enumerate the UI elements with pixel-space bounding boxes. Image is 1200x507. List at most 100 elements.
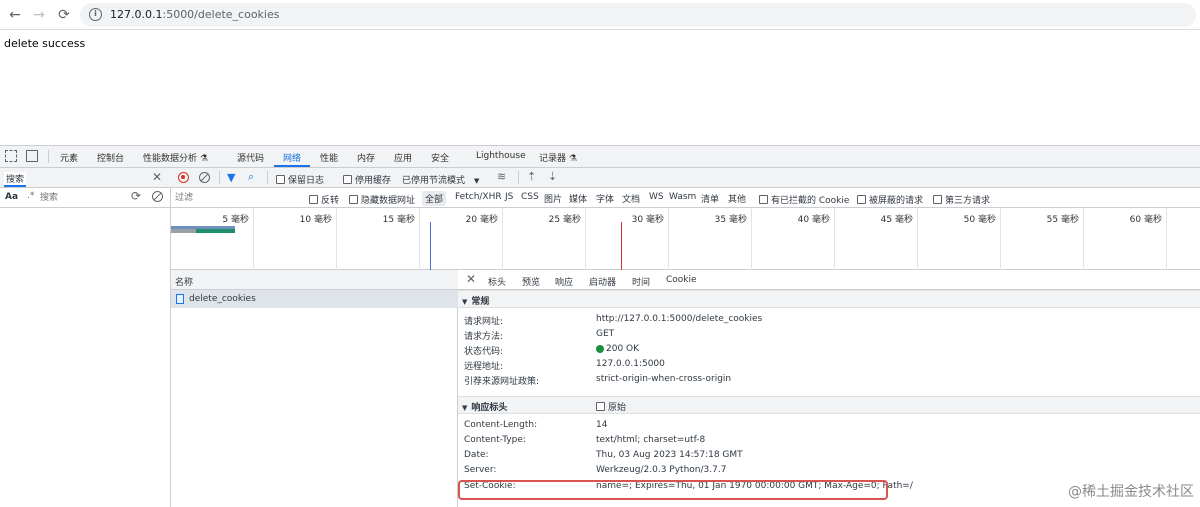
site-info-icon[interactable]: i xyxy=(89,8,102,21)
inspect-element-icon[interactable] xyxy=(5,150,17,162)
timeline-tick-label: 30 毫秒 xyxy=(604,212,664,225)
checkbox-box[interactable] xyxy=(596,402,605,411)
preserve-log-checkbox[interactable]: 保留日志 xyxy=(276,173,324,186)
refresh-icon[interactable]: ⟳ xyxy=(131,189,141,203)
clear-log-icon[interactable] xyxy=(199,172,210,183)
device-toolbar-icon[interactable] xyxy=(26,150,38,162)
network-conditions-icon[interactable]: ≋ xyxy=(497,170,506,183)
table-row[interactable]: delete_cookies xyxy=(171,290,458,308)
type-filter-fetch-xhr[interactable]: Fetch/XHR xyxy=(455,192,502,202)
import-har-icon[interactable]: ⇡ xyxy=(527,170,536,183)
checkbox-box[interactable] xyxy=(933,195,942,204)
throttling-label: 已停用节流模式 xyxy=(402,176,465,186)
search-header: 搜索 ✕ xyxy=(0,168,171,188)
type-filter-doc[interactable]: 文档 xyxy=(622,192,640,205)
kv-value: GET xyxy=(596,329,614,339)
checkbox-box[interactable] xyxy=(857,195,866,204)
type-filter-manifest[interactable]: 清单 xyxy=(701,192,719,205)
page-body-text: delete success xyxy=(4,37,85,50)
kv-value: text/html; charset=utf-8 xyxy=(596,435,705,445)
address-bar[interactable]: i 127.0.0.1:5000/delete_cookies xyxy=(80,3,1196,27)
url-text[interactable]: 127.0.0.1:5000/delete_cookies xyxy=(110,8,279,21)
match-case-toggle[interactable]: Aa xyxy=(5,192,18,202)
third-party-label: 第三方请求 xyxy=(945,196,990,206)
type-filter-media[interactable]: 媒体 xyxy=(569,192,587,205)
export-har-icon[interactable]: ⇣ xyxy=(548,170,557,183)
browser-toolbar: ← → ⟳ i 127.0.0.1:5000/delete_cookies xyxy=(0,0,1200,30)
type-filter-wasm[interactable]: Wasm xyxy=(669,192,696,202)
checkbox-box[interactable] xyxy=(759,195,768,204)
divider xyxy=(267,171,268,184)
tab-elements[interactable]: 元素 xyxy=(60,151,78,164)
divider xyxy=(219,171,220,184)
back-arrow-icon[interactable]: ← xyxy=(6,6,24,24)
record-icon[interactable] xyxy=(178,172,189,183)
reload-icon[interactable]: ⟳ xyxy=(55,6,73,24)
blocked-requests-label: 被屏蔽的请求 xyxy=(869,196,923,206)
raw-checkbox[interactable]: 原始 xyxy=(596,400,626,413)
blocked-cookies-checkbox[interactable]: 有已拦截的 Cookie xyxy=(759,193,849,206)
checkbox-box[interactable] xyxy=(343,175,352,184)
blocked-requests-checkbox[interactable]: 被屏蔽的请求 xyxy=(857,193,923,206)
invert-checkbox[interactable]: 反转 xyxy=(309,193,339,206)
tab-timing[interactable]: 时间 xyxy=(632,275,650,288)
timeline-gridline xyxy=(751,208,752,270)
search-input-row: Aa .* ⟳ xyxy=(0,188,171,208)
kv-key: Content-Type: xyxy=(464,435,526,445)
tab-memory[interactable]: 内存 xyxy=(357,151,375,164)
tab-initiator[interactable]: 启动器 xyxy=(589,275,616,288)
timeline-gridline xyxy=(1083,208,1084,270)
timeline-gridline xyxy=(668,208,669,270)
type-filter-img[interactable]: 图片 xyxy=(544,192,562,205)
tab-performance-insights[interactable]: 性能数据分析 ⚗ xyxy=(143,151,208,164)
timeline-tick-label: 25 毫秒 xyxy=(521,212,581,225)
filter-icon[interactable]: ▼ xyxy=(227,171,235,184)
search-icon[interactable]: ⌕ xyxy=(248,170,254,184)
tab-console[interactable]: 控制台 xyxy=(97,151,124,164)
tab-response[interactable]: 响应 xyxy=(555,275,573,288)
devtools-panel: 元素 控制台 性能数据分析 ⚗ 源代码 网络 性能 内存 应用 安全 Light… xyxy=(0,145,1200,506)
regex-toggle[interactable]: .* xyxy=(27,191,34,201)
type-filter-ws[interactable]: WS xyxy=(649,192,664,202)
document-icon xyxy=(176,294,184,304)
search-tab[interactable]: 搜索 xyxy=(4,172,26,187)
filter-input[interactable] xyxy=(175,191,300,205)
response-headers-section-header[interactable]: ▼响应标头 xyxy=(458,396,1200,414)
divider xyxy=(518,171,519,184)
tab-performance[interactable]: 性能 xyxy=(320,151,338,164)
tab-recorder[interactable]: 记录器 ⚗ xyxy=(539,151,577,164)
timeline-overview[interactable]: 5 毫秒10 毫秒15 毫秒20 毫秒25 毫秒30 毫秒35 毫秒40 毫秒4… xyxy=(171,208,1200,270)
checkbox-box[interactable] xyxy=(276,175,285,184)
checkbox-box[interactable] xyxy=(309,195,318,204)
checkbox-box[interactable] xyxy=(349,195,358,204)
waterfall-bar-download xyxy=(196,229,235,233)
type-filter-js[interactable]: JS xyxy=(505,192,513,202)
disable-cache-checkbox[interactable]: 停用缓存 xyxy=(343,173,391,186)
tab-cookies[interactable]: Cookie xyxy=(666,275,697,285)
close-icon[interactable]: ✕ xyxy=(466,272,476,286)
hide-data-urls-checkbox[interactable]: 隐藏数据网址 xyxy=(349,193,415,206)
third-party-checkbox[interactable]: 第三方请求 xyxy=(933,193,990,206)
clear-icon[interactable] xyxy=(152,191,163,202)
tab-preview[interactable]: 预览 xyxy=(522,275,540,288)
type-filter-other[interactable]: 其他 xyxy=(728,192,746,205)
throttling-select[interactable]: 已停用节流模式▼ xyxy=(402,173,479,186)
search-input[interactable] xyxy=(40,190,120,205)
tab-security[interactable]: 安全 xyxy=(431,151,449,164)
type-filter-font[interactable]: 字体 xyxy=(596,192,614,205)
tab-application[interactable]: 应用 xyxy=(394,151,412,164)
type-filter-all[interactable]: 全部 xyxy=(422,191,446,206)
timeline-tick-label: 35 毫秒 xyxy=(687,212,747,225)
column-name-header[interactable]: 名称 xyxy=(175,275,193,288)
type-filter-css[interactable]: CSS xyxy=(521,192,539,202)
general-section-header[interactable]: ▼常规 xyxy=(458,290,1200,308)
timeline-gridline xyxy=(419,208,420,270)
forward-arrow-icon[interactable]: → xyxy=(30,6,48,24)
tab-sources[interactable]: 源代码 xyxy=(237,151,264,164)
tab-lighthouse[interactable]: Lighthouse xyxy=(476,151,526,161)
tab-network[interactable]: 网络 xyxy=(283,151,301,164)
close-icon[interactable]: ✕ xyxy=(152,170,162,184)
divider xyxy=(48,150,49,163)
active-tab-indicator xyxy=(274,165,310,167)
kv-key: 状态代码: xyxy=(464,344,503,357)
